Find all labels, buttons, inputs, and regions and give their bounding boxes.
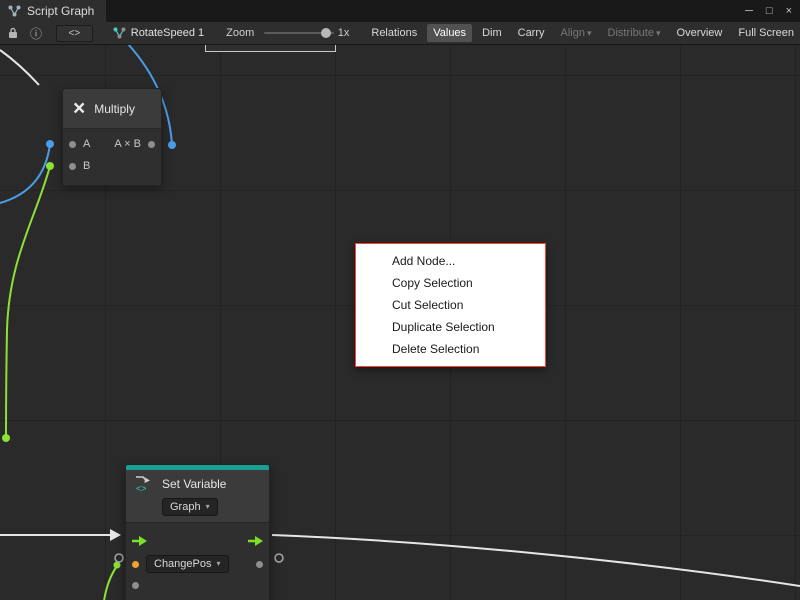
multiply-icon: ×	[73, 98, 85, 119]
scope-dropdown[interactable]: Graph ▾	[162, 498, 218, 516]
context-menu: Add Node... Copy Selection Cut Selection…	[355, 243, 546, 367]
graph-icon	[8, 5, 21, 17]
carry-button[interactable]: Carry	[512, 24, 551, 42]
unity-window: × Multiply A A × B B	[0, 0, 800, 600]
port-a-input[interactable]	[69, 141, 76, 148]
values-button[interactable]: Values	[427, 24, 472, 42]
flow-input-arrow-icon[interactable]	[131, 535, 148, 547]
node-multiply[interactable]: × Multiply A A × B B	[62, 88, 162, 186]
zoom-slider[interactable]	[264, 32, 333, 34]
distribute-button[interactable]: Distribute▾	[602, 24, 667, 42]
zoom-label: Zoom	[226, 27, 254, 39]
zoom-slider-knob[interactable]	[321, 28, 331, 38]
tab-bar: Script Graph	[0, 0, 800, 22]
code-view-button[interactable]: <>	[56, 25, 93, 42]
window-controls: ─ □ ×	[745, 0, 792, 22]
variable-name-port[interactable]	[132, 561, 139, 568]
asset-breadcrumb[interactable]: RotateSpeed 1	[131, 27, 204, 39]
value-row	[126, 575, 269, 595]
set-variable-body: ChangePos ▾	[126, 523, 269, 600]
lock-icon[interactable]	[8, 27, 18, 39]
set-variable-title: Set Variable	[162, 477, 226, 491]
dim-button[interactable]: Dim	[476, 24, 508, 42]
scope-value: Graph	[170, 500, 201, 514]
multiply-header[interactable]: × Multiply	[63, 89, 161, 129]
chevron-down-icon: ▾	[656, 28, 661, 38]
variable-dropdown[interactable]: ChangePos ▾	[146, 555, 229, 573]
menu-item-duplicate-selection[interactable]: Duplicate Selection	[356, 316, 545, 338]
value-input-port[interactable]	[132, 582, 139, 589]
minimize-button[interactable]: ─	[745, 6, 753, 17]
close-button[interactable]: ×	[786, 6, 792, 17]
chevron-down-icon: ▾	[587, 28, 592, 38]
port-output-label: A × B	[114, 138, 141, 150]
full-screen-button[interactable]: Full Screen	[732, 24, 800, 42]
variable-row: ChangePos ▾	[126, 553, 269, 575]
variable-value: ChangePos	[154, 557, 212, 571]
menu-item-delete-selection[interactable]: Delete Selection	[356, 338, 545, 360]
port-b-label: B	[83, 160, 90, 172]
tab-label: Script Graph	[27, 4, 94, 18]
align-button[interactable]: Align▾	[555, 24, 598, 42]
multiply-body: A A × B B	[63, 129, 161, 185]
multiply-title: Multiply	[94, 102, 135, 116]
menu-item-copy-selection[interactable]: Copy Selection	[356, 272, 545, 294]
info-icon[interactable]: ⓘ	[30, 25, 42, 42]
script-graph-asset-icon	[113, 27, 126, 39]
graph-toolbar: ⓘ <> RotateSpeed 1 Zoom 1x Relations Val…	[0, 22, 800, 45]
chevron-down-icon: ▾	[217, 557, 221, 571]
flow-row	[126, 529, 269, 553]
variable-out-port[interactable]	[256, 561, 263, 568]
relations-button[interactable]: Relations	[365, 24, 423, 42]
set-variable-icon: <>	[134, 475, 156, 493]
menu-item-cut-selection[interactable]: Cut Selection	[356, 294, 545, 316]
port-output[interactable]	[148, 141, 155, 148]
overview-button[interactable]: Overview	[671, 24, 729, 42]
svg-text:<>: <>	[136, 484, 147, 494]
zoom-value: 1x	[338, 27, 350, 39]
menu-item-add-node[interactable]: Add Node...	[356, 250, 545, 272]
set-variable-header[interactable]: <> Set Variable Graph ▾	[126, 470, 269, 523]
multiply-row-a: A A × B	[63, 133, 161, 155]
port-a-label: A	[83, 138, 90, 150]
port-b-input[interactable]	[69, 163, 76, 170]
maximize-button[interactable]: □	[766, 6, 773, 17]
tab-script-graph[interactable]: Script Graph	[0, 0, 106, 22]
node-set-variable[interactable]: <> Set Variable Graph ▾	[125, 464, 270, 600]
chevron-down-icon: ▾	[206, 500, 210, 514]
multiply-row-b: B	[63, 155, 161, 177]
flow-output-arrow-icon[interactable]	[247, 535, 264, 547]
